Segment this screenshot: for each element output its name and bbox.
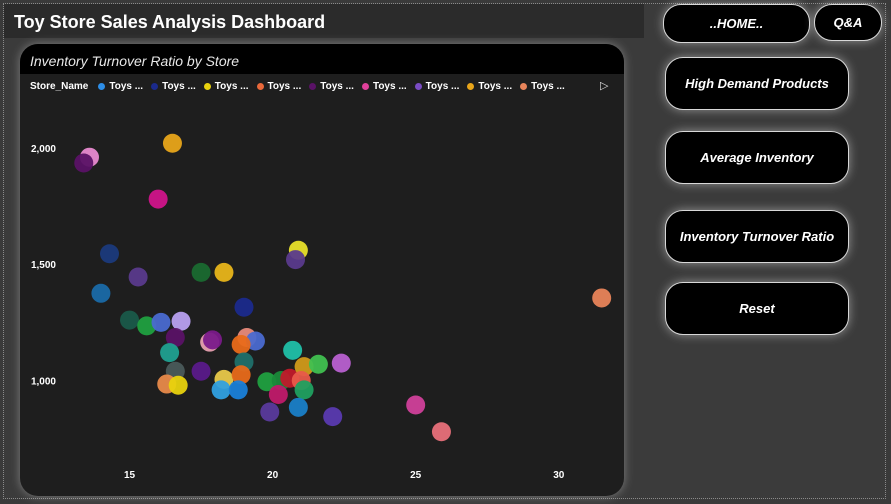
scatter-point[interactable] [74,153,94,173]
scatter-point[interactable] [191,262,211,282]
qa-button[interactable]: Q&A [814,4,882,41]
scatter-point[interactable] [211,380,231,400]
scatter-point[interactable] [283,340,303,360]
scatter-point[interactable] [431,422,451,442]
scatter-point[interactable] [100,244,120,264]
scatter-point[interactable] [406,395,426,415]
scatter-point[interactable] [231,334,251,354]
scatter-point[interactable] [288,397,308,417]
x-tick-label: 30 [553,470,565,481]
scatter-point[interactable] [592,288,612,308]
scatter-point[interactable] [168,375,188,395]
y-tick-label: 1,500 [31,260,56,271]
x-tick-label: 20 [267,470,279,481]
scatter-point[interactable] [171,311,191,331]
scatter-point[interactable] [162,133,182,153]
chart-card: Inventory Turnover Ratio by Store Store_… [20,44,624,496]
scatter-point[interactable] [203,330,223,350]
y-tick-label: 1,000 [31,377,56,388]
scatter-point[interactable] [260,402,280,422]
scatter-point[interactable] [228,380,248,400]
scatter-plot: 1,000 1,500 2,000 15 20 25 30 [31,133,612,481]
scatter-point[interactable] [128,267,148,287]
scatter-point[interactable] [120,310,140,330]
scatter-point[interactable] [148,189,168,209]
scatter-point[interactable] [151,312,171,332]
home-button[interactable]: ..HOME.. [663,4,810,43]
scatter-point[interactable] [308,354,328,374]
scatter-point[interactable] [294,380,314,400]
x-tick-label: 25 [410,470,422,481]
page-title: Toy Store Sales Analysis Dashboard [14,12,326,32]
scatter-point[interactable] [268,385,288,405]
scatter-point[interactable] [91,283,111,303]
y-tick-label: 2,000 [31,144,56,155]
average-inventory-button[interactable]: Average Inventory [665,131,849,184]
scatter-point[interactable] [331,353,351,373]
scatter-point[interactable] [160,343,180,363]
scatter-point[interactable] [214,262,234,282]
inventory-turnover-ratio-button[interactable]: Inventory Turnover Ratio [665,210,849,263]
x-tick-label: 15 [124,470,136,481]
title-bar: Toy Store Sales Analysis Dashboard [4,4,644,38]
scatter-point[interactable] [286,250,306,270]
scatter-point[interactable] [323,407,343,427]
reset-button[interactable]: Reset [665,282,849,335]
scatter-point[interactable] [191,361,211,381]
high-demand-products-button[interactable]: High Demand Products [665,57,849,110]
scatter-point[interactable] [234,297,254,317]
